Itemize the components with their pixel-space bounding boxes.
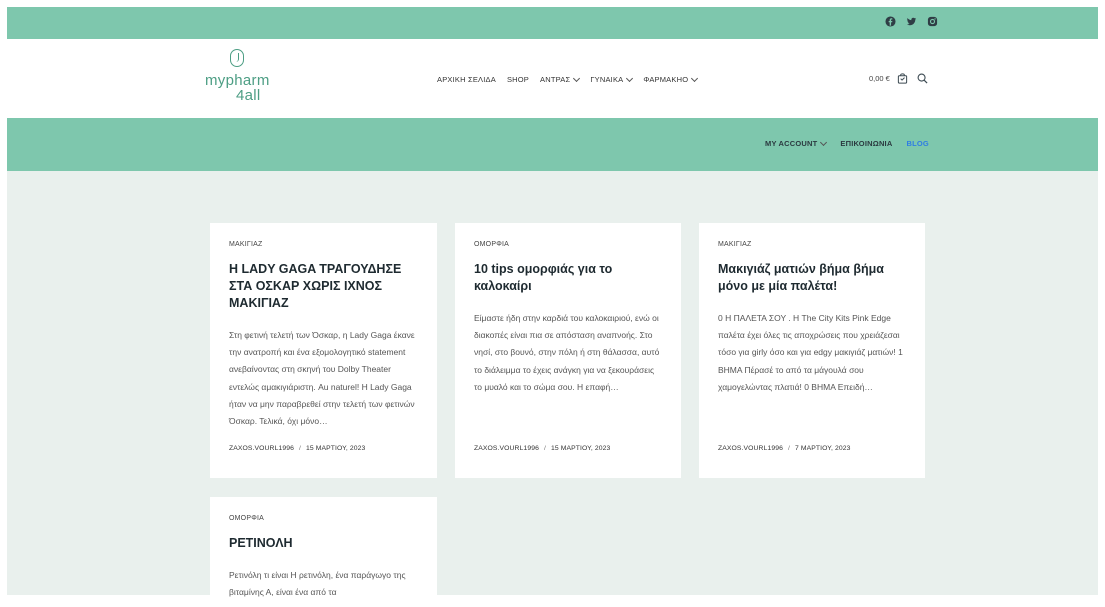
secondary-bar: MY ACCOUNT ΕΠΙΚΟΙΝΩΝΙΑ BLOG [7,118,1098,171]
post-card[interactable]: ΟΜΟΡΦΙΑ 10 tips ομορφιάς για το καλοκαίρ… [455,223,681,478]
facebook-icon[interactable] [885,16,896,27]
post-title[interactable]: 10 tips ομορφιάς για το καλοκαίρι [474,261,662,295]
site-header: mypharm 4all ΑΡΧΙΚΗ ΣΕΛΙΔΑ SHOP ΑΝΤΡΑΣ Γ… [7,39,1098,118]
nav-item-my-account[interactable]: MY ACCOUNT [765,138,828,148]
post-category[interactable]: ΟΜΟΡΦΙΑ [474,241,662,248]
nav-item-blog[interactable]: BLOG [906,139,928,148]
post-date: 15 ΜΑΡΤΙΟΥ, 2023 [305,445,366,452]
post-author[interactable]: ZAXOS.VOURL1996 [718,445,783,452]
nav-item-contact[interactable]: ΕΠΙΚΟΙΝΩΝΙΑ [840,139,892,148]
nav-item-label: ΕΠΙΚΟΙΝΩΝΙΑ [840,139,893,148]
post-excerpt: 0 Η ΠΑΛΕΤΑ ΣΟΥ . Η The City Kits Pink Ed… [718,313,903,392]
chevron-down-icon [626,74,634,82]
nav-item-label: BLOG [906,139,929,148]
post-author[interactable]: ZAXOS.VOURL1996 [229,445,294,452]
post-meta: ZAXOS.VOURL1996 / 7 ΜΑΡΤΙΟΥ, 2023 [718,445,851,452]
post-card[interactable]: ΟΜΟΡΦΙΑ ΡΕΤΙΝΟΛΗ Ρετινόλη τι είναι Η ρετ… [210,497,437,607]
main-nav: ΑΡΧΙΚΗ ΣΕΛΙΔΑ SHOP ΑΝΤΡΑΣ ΓΥΝΑΙΚΑ ΦΑΡΜΑΚ… [437,74,699,84]
cart-total[interactable]: 0,00 € [869,74,890,83]
social-links [885,16,938,27]
post-card[interactable]: ΜΑΚΙΓΙΑΖ Η LADY GAGA ΤΡΑΓΟΥΔΗΣΕ ΣΤΑ ΟΣΚΑ… [210,223,437,478]
search-icon[interactable] [916,71,930,85]
post-title[interactable]: Μακιγιάζ ματιών βήμα βήμα μόνο με μία πα… [718,261,906,295]
blog-content: ΜΑΚΙΓΙΑΖ Η LADY GAGA ΤΡΑΓΟΥΔΗΣΕ ΣΤΑ ΟΣΚΑ… [7,171,1098,607]
logo-text-line2: 4all [236,87,261,104]
meta-separator: / [298,445,301,452]
post-author[interactable]: ZAXOS.VOURL1996 [474,445,539,452]
nav-item-label: MY ACCOUNT [765,139,818,148]
nav-item-men[interactable]: ΑΝΤΡΑΣ [540,74,581,84]
nav-item-shop[interactable]: SHOP [507,75,529,84]
meta-separator: / [543,445,546,452]
post-category[interactable]: ΜΑΚΙΓΙΑΖ [718,241,906,248]
nav-item-label: ΓΥΝΑΙΚΑ [590,75,624,84]
post-category[interactable]: ΟΜΟΡΦΙΑ [229,515,418,522]
twitter-icon[interactable] [906,16,917,27]
nav-item-label: ΦΑΡΜΑΚΗΟ [643,75,689,84]
leaf-icon [230,49,244,67]
post-category[interactable]: ΜΑΚΙΓΙΑΖ [229,241,418,248]
secondary-nav: MY ACCOUNT ΕΠΙΚΟΙΝΩΝΙΑ BLOG [765,138,929,148]
meta-separator: / [787,445,790,452]
top-bar [7,7,1098,39]
post-meta: ZAXOS.VOURL1996 / 15 ΜΑΡΤΙΟΥ, 2023 [229,445,365,452]
site-logo[interactable]: mypharm 4all [205,47,285,119]
post-date: 7 ΜΑΡΤΙΟΥ, 2023 [794,445,851,452]
post-excerpt: Είμαστε ήδη στην καρδιά του καλοκαιριού,… [474,313,660,392]
cart-icon[interactable] [896,71,910,85]
nav-item-label: ΑΝΤΡΑΣ [540,75,571,84]
post-title[interactable]: ΡΕΤΙΝΟΛΗ [229,535,418,552]
chevron-down-icon [820,138,828,146]
post-excerpt: Ρετινόλη τι είναι Η ρετινόλη, ένα παράγω… [229,570,406,598]
nav-item-label: ΑΡΧΙΚΗ ΣΕΛΙΔΑ [437,75,496,84]
post-meta: ZAXOS.VOURL1996 / 15 ΜΑΡΤΙΟΥ, 2023 [474,445,610,452]
post-excerpt: Στη φετινή τελετή των Όσκαρ, η Lady Gaga… [229,330,415,427]
nav-item-women[interactable]: ΓΥΝΑΙΚΑ [590,74,634,84]
instagram-icon[interactable] [927,16,938,27]
chevron-down-icon [573,74,581,82]
post-date: 15 ΜΑΡΤΙΟΥ, 2023 [550,445,611,452]
nav-item-label: SHOP [506,75,530,84]
post-card[interactable]: ΜΑΚΙΓΙΑΖ Μακιγιάζ ματιών βήμα βήμα μόνο … [699,223,925,478]
nav-item-home[interactable]: ΑΡΧΙΚΗ ΣΕΛΙΔΑ [437,75,496,84]
post-title[interactable]: Η LADY GAGA ΤΡΑΓΟΥΔΗΣΕ ΣΤΑ ΟΣΚΑΡ ΧΩΡΙΣ Ι… [229,261,418,312]
header-actions: 0,00 € [869,71,930,85]
nav-item-pharmacy[interactable]: ΦΑΡΜΑΚΗΟ [643,74,699,84]
chevron-down-icon [691,74,699,82]
